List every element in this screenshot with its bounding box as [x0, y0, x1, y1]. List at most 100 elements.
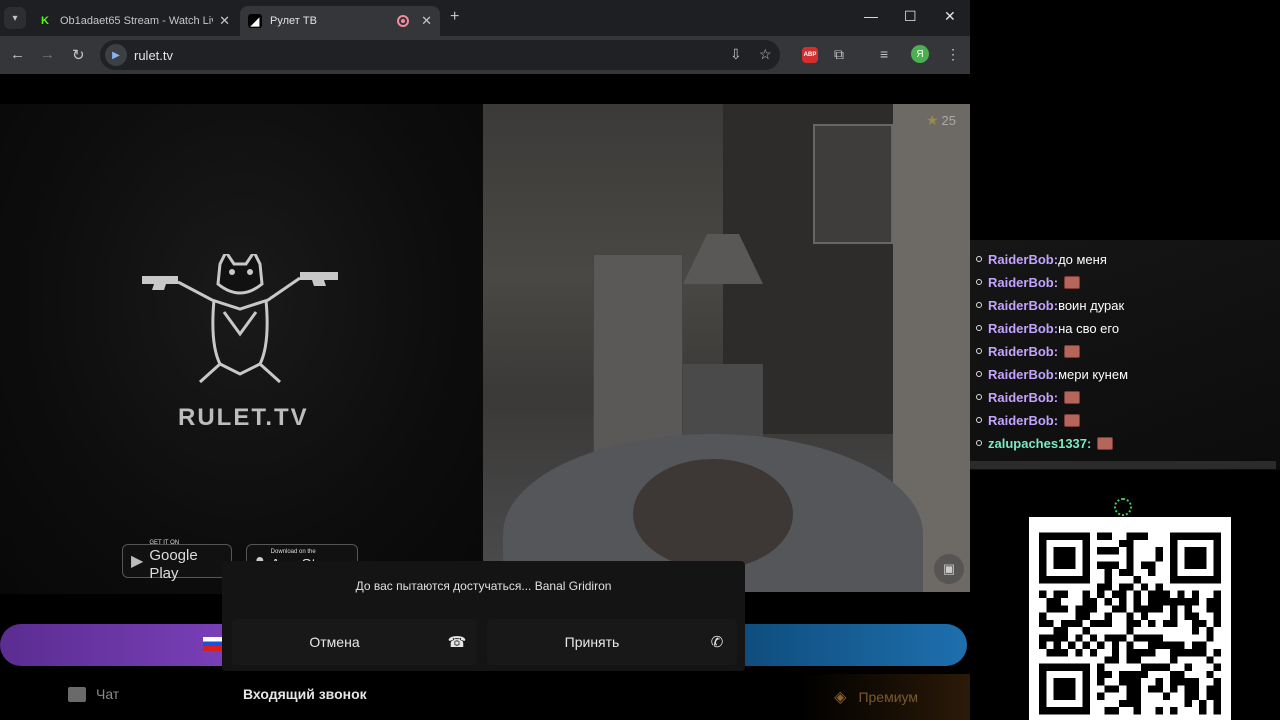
phone-icon: ✆	[710, 634, 724, 651]
install-app-icon[interactable]: ⇩	[730, 46, 742, 63]
brand-panel: RULET.TV ▶ GET IT ON Google Play ● Downl…	[0, 104, 483, 594]
recording-icon	[397, 15, 410, 27]
close-window-button[interactable]: ✕	[944, 8, 956, 25]
chat-icon	[68, 686, 86, 702]
chat-tab[interactable]: Чат	[68, 686, 119, 702]
chat-message: RaiderBob:	[976, 410, 1081, 430]
rating-badge: ★ 25	[926, 112, 956, 129]
emote-icon	[1097, 436, 1114, 450]
qr-code-icon	[1039, 532, 1221, 715]
accept-call-button[interactable]: Принять ✆	[487, 619, 737, 665]
chat-text: мери кунем	[1058, 366, 1129, 382]
chat-message: zalupaches1337:	[976, 433, 1114, 453]
store-name: Google Play	[149, 546, 198, 582]
store-caption: GET IT ON	[149, 539, 180, 546]
chat-divider	[970, 461, 1276, 469]
emote-icon	[1064, 413, 1081, 427]
menu-icon[interactable]: ⋮	[946, 46, 960, 63]
emote-icon	[1064, 344, 1081, 358]
video-bg	[593, 254, 683, 454]
video-bg	[633, 459, 793, 569]
kick-icon: K	[41, 15, 49, 27]
logo-text: RULET.TV	[178, 404, 309, 431]
incoming-call-dialog: До вас пытаются достучаться... Banal Gri…	[222, 561, 745, 671]
chat-message: RaiderBob: воин дурак	[976, 295, 1124, 315]
chat-message: RaiderBob: до меня	[976, 249, 1107, 269]
chat-username: RaiderBob:	[988, 297, 1059, 313]
close-icon[interactable]: ✕	[219, 13, 230, 29]
tag-icon: ◈	[834, 689, 847, 706]
emote-icon	[1064, 275, 1081, 289]
address-bar[interactable]: ▶ rulet.tv	[100, 40, 780, 70]
tab-rulet[interactable]: ◢ Рулет ТВ ✕	[240, 6, 440, 36]
hang-up-icon: ☎	[447, 634, 467, 651]
chat-message: RaiderBob: на сво его	[976, 318, 1119, 338]
chat-message: RaiderBob: мери кунем	[976, 364, 1128, 384]
call-message: До вас пытаются достучаться... Banal Gri…	[355, 579, 612, 593]
chat-label: Чат	[96, 686, 120, 702]
bullet-icon	[976, 371, 982, 377]
gift-icon[interactable]: ▣	[934, 554, 964, 584]
chat-username: RaiderBob:	[988, 251, 1059, 267]
tab-bar: ▾ K Ob1adaet65 Stream - Watch Live ✕ ◢ Р…	[0, 0, 970, 36]
close-icon[interactable]: ✕	[421, 13, 432, 29]
tab-title: Рулет ТВ	[270, 15, 317, 27]
chat-username: RaiderBob:	[988, 320, 1059, 336]
star-count: 25	[941, 113, 956, 128]
url-text: rulet.tv	[134, 47, 174, 63]
forward-button[interactable]: →	[40, 46, 55, 63]
bullet-icon	[976, 417, 982, 423]
stop-button-bar[interactable]	[745, 624, 967, 666]
premium-button[interactable]: ◈ Премиум	[800, 674, 970, 720]
bullet-icon	[976, 256, 982, 262]
tab-search-button[interactable]: ▾	[4, 7, 26, 29]
bullet-icon	[976, 394, 982, 400]
adblock-icon[interactable]: ABP	[802, 47, 818, 63]
star-icon: ★	[925, 112, 939, 128]
reload-button[interactable]: ↻	[72, 46, 85, 64]
new-tab-button[interactable]: +	[450, 8, 459, 26]
chat-text: до меня	[1058, 251, 1107, 267]
chat-username: RaiderBob:	[988, 412, 1059, 428]
page-content: RULET.TV ▶ GET IT ON Google Play ● Downl…	[0, 74, 970, 720]
chat-message: RaiderBob:	[976, 387, 1081, 407]
google-play-button[interactable]: ▶ GET IT ON Google Play	[122, 540, 232, 582]
stream-overlay: RaiderBob: до меня RaiderBob: RaiderBob: вои…	[970, 0, 1280, 720]
bullet-icon	[976, 440, 982, 446]
tab-stream[interactable]: K Ob1adaet65 Stream - Watch Live ✕	[30, 6, 238, 36]
chat-username: RaiderBob:	[988, 274, 1059, 290]
bookmark-star-icon[interactable]: ☆	[759, 46, 772, 63]
profile-avatar[interactable]: Я	[911, 45, 929, 63]
tab-title: Ob1adaet65 Stream - Watch Live	[60, 15, 214, 27]
emote-icon	[1064, 390, 1081, 404]
chat-username: zalupaches1337:	[988, 435, 1092, 451]
site-info-icon[interactable]: ▶	[105, 44, 127, 66]
premium-label: Премиум	[858, 689, 918, 705]
chat-text: воин дурак	[1058, 297, 1125, 313]
back-button[interactable]: ←	[10, 46, 25, 63]
extensions-icon[interactable]: ⧉	[834, 46, 844, 63]
chat-message: RaiderBob:	[976, 341, 1081, 361]
bullet-icon	[976, 302, 982, 308]
stream-chat: RaiderBob: до меня RaiderBob: RaiderBob: вои…	[970, 240, 1280, 470]
bullet-icon	[976, 279, 982, 285]
country-flag-icon[interactable]	[203, 637, 223, 651]
store-caption: Download on the	[270, 548, 316, 555]
maximize-button[interactable]: ☐	[904, 8, 917, 25]
screen: ▾ K Ob1adaet65 Stream - Watch Live ✕ ◢ Р…	[0, 0, 1280, 720]
loading-spinner-icon	[1114, 498, 1132, 516]
next-button-bar[interactable]	[0, 624, 230, 666]
google-play-icon: ▶	[131, 553, 144, 570]
rulet-icon: ◢	[248, 14, 262, 28]
cancel-call-button[interactable]: Отмена ☎	[232, 619, 477, 665]
minimize-button[interactable]: —	[864, 8, 878, 24]
bullet-icon	[976, 325, 982, 331]
footer-bar: Чат Входящий звонок ◈ Премиум	[0, 674, 970, 720]
bullet-icon	[976, 348, 982, 354]
qr-code	[1029, 517, 1231, 720]
partner-video: ★ 25 ▣	[483, 104, 970, 592]
chat-text: на сво его	[1058, 320, 1120, 336]
incoming-call-label: Входящий звонок	[243, 686, 367, 702]
chat-username: RaiderBob:	[988, 343, 1059, 359]
media-controls-icon[interactable]: ≡	[880, 46, 888, 62]
